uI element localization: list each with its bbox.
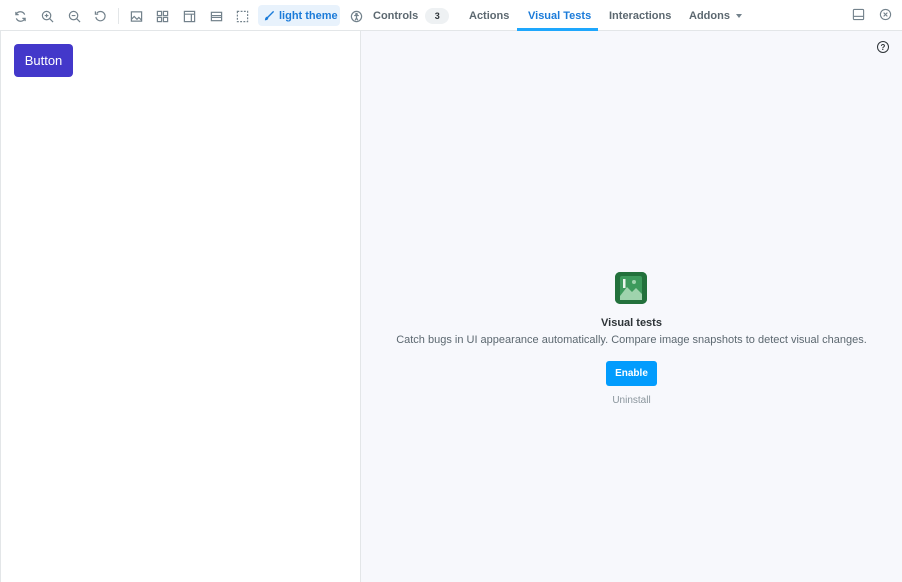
theme-switcher-button[interactable]: light theme xyxy=(258,5,340,26)
zoom-out-icon[interactable] xyxy=(63,5,85,27)
close-icon[interactable] xyxy=(879,8,893,22)
measure-icon[interactable] xyxy=(231,5,253,27)
tab-interactions-label: Interactions xyxy=(609,9,672,22)
accessibility-icon[interactable] xyxy=(345,5,367,27)
tab-interactions[interactable]: Interactions xyxy=(609,0,671,31)
tab-visual-tests-label: Visual Tests xyxy=(528,9,592,22)
outline-icon[interactable] xyxy=(178,5,200,27)
theme-label: light theme xyxy=(279,9,338,22)
tab-controls[interactable]: Controls 3 xyxy=(373,0,450,31)
reload-icon[interactable] xyxy=(9,5,31,27)
viewport-icon[interactable] xyxy=(205,5,227,27)
uninstall-link[interactable]: Uninstall xyxy=(361,395,902,406)
tab-visual-tests[interactable]: Visual Tests xyxy=(528,0,591,31)
tab-actions-label: Actions xyxy=(469,9,510,22)
panel-description: Catch bugs in UI appearance automaticall… xyxy=(396,334,867,346)
toolbar-divider xyxy=(118,8,119,24)
panel-title: Visual tests xyxy=(601,317,662,329)
tab-actions[interactable]: Actions xyxy=(469,0,509,31)
background-icon[interactable] xyxy=(125,5,147,27)
reset-zoom-icon[interactable] xyxy=(89,5,111,27)
tab-addons-label: Addons xyxy=(689,9,730,22)
help-icon[interactable]: ? xyxy=(877,41,889,53)
chevron-down-icon xyxy=(735,13,742,18)
enable-button[interactable]: Enable xyxy=(606,361,657,386)
brush-icon xyxy=(264,10,275,21)
controls-count-badge: 3 xyxy=(425,7,450,24)
panel-toggle-icon[interactable] xyxy=(852,8,866,22)
tab-addons[interactable]: Addons xyxy=(689,0,742,31)
tab-controls-label: Controls xyxy=(373,9,419,22)
demo-button[interactable]: Button xyxy=(14,44,73,77)
zoom-in-icon[interactable] xyxy=(36,5,58,27)
story-canvas: Button xyxy=(0,31,361,582)
visual-tests-icon xyxy=(615,272,647,304)
grid-icon[interactable] xyxy=(151,5,173,27)
visual-tests-panel: ? Visual tests Catch bugs in UI appearan… xyxy=(361,31,902,582)
toolbar: light theme Controls 3 Actions Visual Te… xyxy=(0,0,902,31)
